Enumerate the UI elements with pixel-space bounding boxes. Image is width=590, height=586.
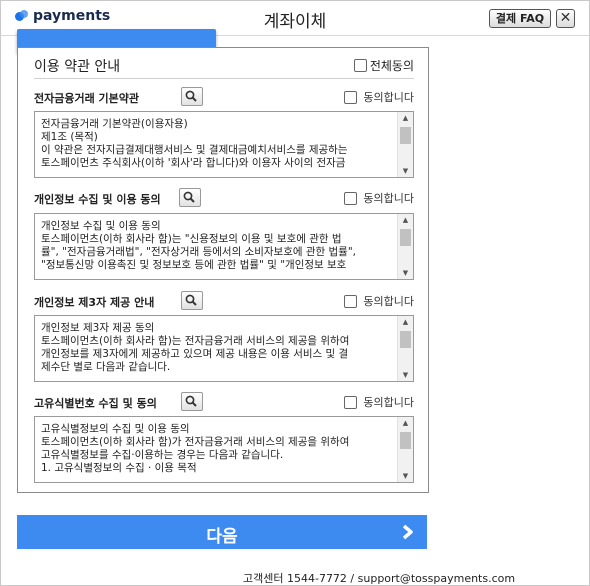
agree-label: 동의합니다 <box>363 192 414 205</box>
agree-label: 동의합니다 <box>363 396 414 409</box>
support-info: 고객센터 1544-7772 / support@tosspayments.co… <box>243 572 516 585</box>
section-title: 개인정보 수집 및 이용 동의 <box>34 193 161 206</box>
scroll-thumb[interactable] <box>400 127 411 144</box>
agree-checkbox[interactable]: 동의합니다 <box>344 293 414 309</box>
scroll-up-icon[interactable]: ▲ <box>398 417 413 429</box>
scrollbar[interactable]: ▲ ▼ <box>397 417 413 482</box>
scroll-thumb[interactable] <box>400 432 411 449</box>
agree-box[interactable] <box>344 395 358 409</box>
agree-all-box[interactable] <box>353 59 367 72</box>
terms-panel: 이용 약관 안내 전체동의 전자금융거래 기본약관 동의합니다 전자금융거래 기… <box>17 47 429 493</box>
agree-all-checkbox[interactable]: 전체동의 <box>353 57 414 74</box>
section-header: 전자금융거래 기본약관 동의합니다 <box>34 87 414 109</box>
next-button-label: 다음 <box>206 527 238 547</box>
agree-label: 동의합니다 <box>363 91 414 104</box>
scrollbar[interactable]: ▲ ▼ <box>397 112 413 177</box>
scroll-up-icon[interactable]: ▲ <box>398 112 413 124</box>
scroll-thumb[interactable] <box>400 229 411 246</box>
terms-textbox[interactable]: 전자금융거래 기본약관(이용자용) 제1조 (목적) 이 약관은 전자지급결제대… <box>34 111 414 178</box>
terms-text: 개인정보 제3자 제공 동의 토스페이먼츠(이하 회사라 함)는 전자금융거래 … <box>41 322 350 373</box>
scroll-up-icon[interactable]: ▲ <box>398 316 413 328</box>
payment-window: payments 계좌이체 결제 FAQ ✕ 이용 약관 안내 전체동의 전자금… <box>0 0 590 586</box>
agree-checkbox[interactable]: 동의합니다 <box>344 190 414 206</box>
agree-box[interactable] <box>344 191 358 205</box>
section-title: 고유식별번호 수집 및 동의 <box>34 397 157 410</box>
terms-textbox[interactable]: 개인정보 제3자 제공 동의 토스페이먼츠(이하 회사라 함)는 전자금융거래 … <box>34 315 414 382</box>
next-button[interactable]: 다음 <box>17 515 427 549</box>
scroll-down-icon[interactable]: ▼ <box>398 165 413 177</box>
chevron-right-icon <box>402 524 413 540</box>
scroll-down-icon[interactable]: ▼ <box>398 369 413 381</box>
search-icon[interactable] <box>181 291 203 310</box>
agree-all-label: 전체동의 <box>369 59 414 73</box>
agree-label: 동의합니다 <box>363 295 414 308</box>
scroll-thumb[interactable] <box>400 331 411 348</box>
terms-textbox[interactable]: 개인정보 수집 및 이용 동의 토스페이먼츠(이하 회사라 함)는 "신용정보의… <box>34 213 414 280</box>
terms-title: 이용 약관 안내 <box>34 59 121 75</box>
scroll-down-icon[interactable]: ▼ <box>398 470 413 482</box>
scroll-down-icon[interactable]: ▼ <box>398 267 413 279</box>
scroll-up-icon[interactable]: ▲ <box>398 214 413 226</box>
section-title: 개인정보 제3자 제공 안내 <box>34 296 155 309</box>
section-title: 전자금융거래 기본약관 <box>34 92 140 105</box>
section-header: 개인정보 수집 및 이용 동의 동의합니다 <box>34 188 414 210</box>
close-button[interactable]: ✕ <box>556 9 575 28</box>
terms-textbox[interactable]: 고유식별정보의 수집 및 이용 동의 토스페이먼츠(이하 회사라 함)가 전자금… <box>34 416 414 483</box>
search-icon[interactable] <box>181 87 203 106</box>
payment-faq-button[interactable]: 결제 FAQ <box>489 9 551 28</box>
scrollbar[interactable]: ▲ ▼ <box>397 214 413 279</box>
terms-text: 고유식별정보의 수집 및 이용 동의 토스페이먼츠(이하 회사라 함)가 전자금… <box>41 423 350 474</box>
agree-checkbox[interactable]: 동의합니다 <box>344 89 414 105</box>
section-header: 개인정보 제3자 제공 안내 동의합니다 <box>34 291 414 313</box>
terms-text: 전자금융거래 기본약관(이용자용) 제1조 (목적) 이 약관은 전자지급결제대… <box>41 118 348 169</box>
scrollbar[interactable]: ▲ ▼ <box>397 316 413 381</box>
search-icon[interactable] <box>181 392 203 411</box>
terms-text: 개인정보 수집 및 이용 동의 토스페이먼츠(이하 회사라 함)는 "신용정보의… <box>41 220 357 271</box>
agree-box[interactable] <box>344 294 358 308</box>
divider <box>34 78 414 79</box>
search-icon[interactable] <box>179 188 201 207</box>
agree-box[interactable] <box>344 90 358 104</box>
section-header: 고유식별번호 수집 및 동의 동의합니다 <box>34 392 414 414</box>
agree-checkbox[interactable]: 동의합니다 <box>344 394 414 410</box>
